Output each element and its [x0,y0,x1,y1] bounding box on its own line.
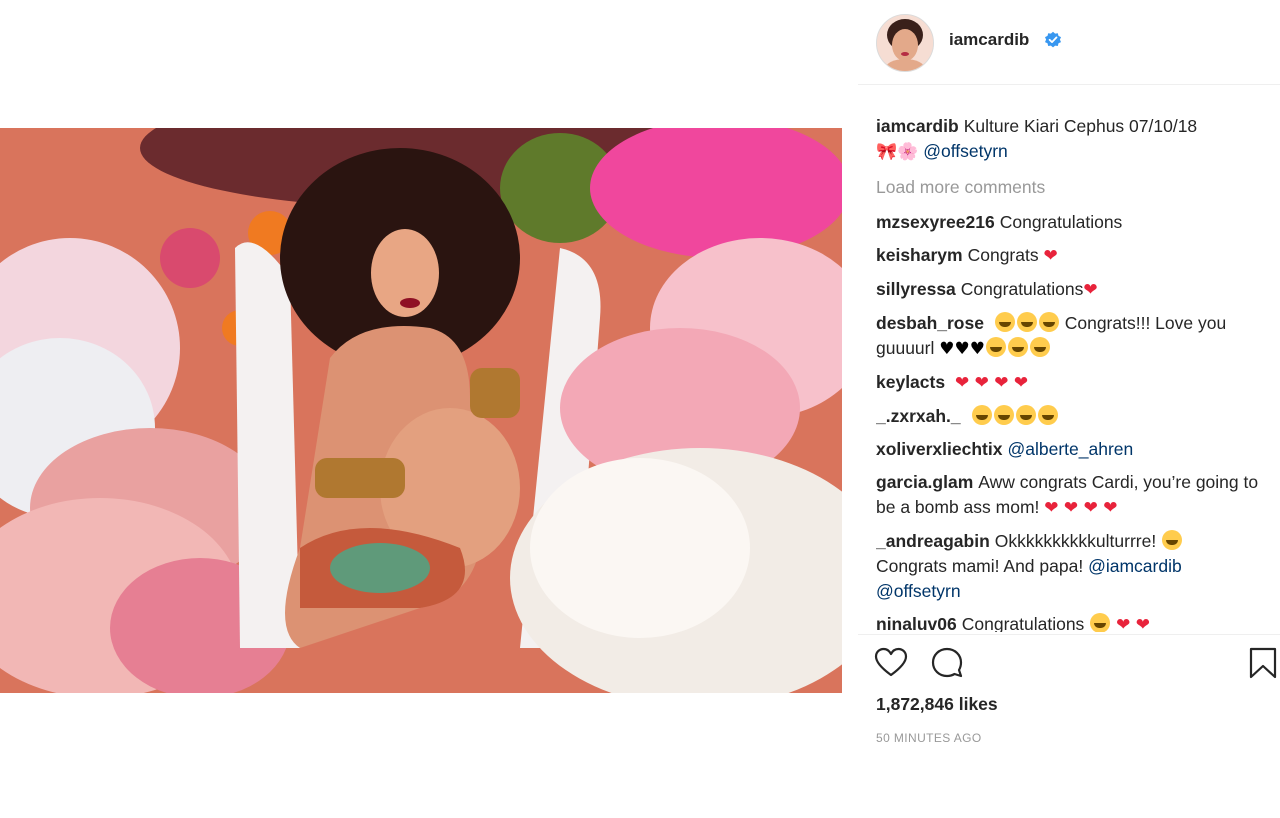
post-author-username[interactable]: iamcardib [949,30,1029,50]
post-caption: iamcardib Kulture Kiari Cephus 07/10/18 🎀… [876,114,1276,165]
comment-item: xoliverxliechtix @alberte_ahren [876,437,1276,462]
comment-text: Congrats [967,245,1039,265]
comment-username[interactable]: keisharym [876,245,963,265]
heart-eyes-emoji [1008,337,1028,357]
heart-emoji: ❤ [1043,246,1058,266]
post-header: iamcardib [858,0,1280,84]
bookmark-icon[interactable] [1246,646,1280,680]
smiling-face-emoji [1090,613,1111,632]
comments-list[interactable]: iamcardib Kulture Kiari Cephus 07/10/18 🎀… [876,114,1276,632]
comment-mention[interactable]: @offsetyrn [876,581,961,601]
comment-username[interactable]: ninaluv06 [876,614,957,632]
likes-count[interactable]: 1,872,846 likes [876,694,998,715]
comment-item: keisharym Congrats ❤ [876,243,1276,269]
heart-emojis: ❤ ❤ ❤ ❤ [1044,498,1118,518]
heart-eyes-emoji [1015,405,1036,425]
avatar-image [877,15,933,71]
heart-emojis: ❤ ❤ [1116,615,1150,632]
comment-username[interactable]: garcia.glam [876,472,973,492]
comment-text: Congratulations [999,212,1123,232]
comment-username[interactable]: _andreagabin [876,531,990,551]
crying-face-emoji [1030,337,1050,357]
load-more-comments-link[interactable]: Load more comments [876,175,1276,200]
comment-item: keylacts ❤ ❤ ❤ ❤ [876,370,1276,396]
heart-eyes-emoji [1162,530,1183,550]
comment-text: Okkkkkkkkkkulturrre! [994,531,1157,551]
crying-face-emoji [1038,312,1059,332]
crying-face-emoji [1016,312,1037,332]
comment-item: ninaluv06 Congratulations ❤ ❤ [876,612,1276,632]
comment-text: Congratulations [961,614,1085,632]
heart-emoji: ❤ [1083,280,1098,300]
photo-illustration [0,128,842,693]
comment-bubble-icon[interactable] [930,646,964,680]
comment-item: desbah_rose Congrats!!! Love you guuuurl… [876,311,1276,362]
comment-text: Congratulations [960,279,1084,299]
comment-item: _andreagabin Okkkkkkkkkkulturrre! Congrat… [876,529,1276,604]
comment-mention[interactable]: @alberte_ahren [1007,439,1133,459]
post-timestamp: 50 MINUTES AGO [876,731,982,745]
crying-face-emoji [994,312,1015,332]
comment-item: garcia.glam Aww congrats Cardi, you’re go… [876,470,1276,521]
caption-text: Kulture Kiari Cephus 07/10/18 [963,116,1198,136]
heart-eyes-emoji [986,337,1006,357]
header-divider [858,84,1280,85]
caption-emojis: 🎀🌸 [876,142,919,162]
comment-username[interactable]: keylacts [876,372,945,392]
avatar[interactable] [876,14,934,72]
post-side-panel: iamcardib iamcardib Kulture Kiari Cephus … [858,0,1280,818]
comment-username[interactable]: mzsexyree216 [876,212,995,232]
heart-outline-icon[interactable] [874,646,908,680]
comment-username[interactable]: sillyressa [876,279,956,299]
actions-divider [858,634,1280,635]
caption-mention[interactable]: @offsetyrn [923,141,1008,161]
post-photo[interactable] [0,128,842,693]
comment-item: _.zxrxah._ [876,404,1276,429]
caption-username[interactable]: iamcardib [876,116,959,136]
comment-text-line2: Congrats mami! And papa! [876,556,1084,576]
comment-username[interactable]: xoliverxliechtix [876,439,1002,459]
comment-username[interactable]: _.zxrxah._ [876,406,961,426]
black-hearts-emoji: ♥♥♥ [939,339,985,359]
heart-eyes-emoji [1037,405,1058,425]
comment-item: sillyressa Congratulations❤ [876,277,1276,303]
heart-eyes-emoji [971,405,992,425]
heart-emojis: ❤ ❤ ❤ ❤ [954,373,1029,393]
comment-mention[interactable]: @iamcardib [1088,556,1182,576]
comment-item: mzsexyree216 Congratulations [876,210,1276,235]
verified-badge-icon [1045,31,1061,48]
heart-eyes-emoji [993,405,1014,425]
comment-username[interactable]: desbah_rose [876,313,984,333]
